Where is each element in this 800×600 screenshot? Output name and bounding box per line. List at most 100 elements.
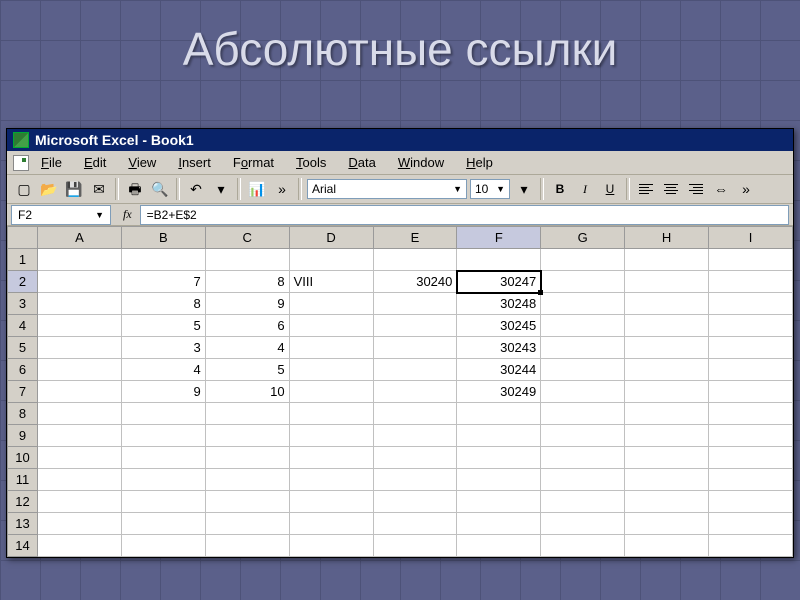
cell-H14[interactable]: [625, 535, 709, 557]
align-left-button[interactable]: [635, 178, 657, 200]
more-buttons[interactable]: »: [271, 178, 293, 200]
column-header-D[interactable]: D: [289, 227, 373, 249]
cell-C2[interactable]: 8: [205, 271, 289, 293]
cell-D12[interactable]: [289, 491, 373, 513]
cell-B4[interactable]: 5: [121, 315, 205, 337]
cell-A11[interactable]: [38, 469, 122, 491]
menu-data[interactable]: Data: [338, 153, 385, 172]
row-header-11[interactable]: 11: [8, 469, 38, 491]
cell-B1[interactable]: [121, 249, 205, 271]
name-box[interactable]: F2 ▼: [11, 205, 111, 225]
cell-I9[interactable]: [709, 425, 793, 447]
toolbar-overflow[interactable]: »: [735, 178, 757, 200]
column-header-I[interactable]: I: [709, 227, 793, 249]
cell-F4[interactable]: 30245: [457, 315, 541, 337]
email-button[interactable]: ✉: [88, 178, 110, 200]
cell-E3[interactable]: [373, 293, 457, 315]
cell-A6[interactable]: [38, 359, 122, 381]
open-button[interactable]: 📂: [38, 178, 60, 200]
cell-C5[interactable]: 4: [205, 337, 289, 359]
cell-B14[interactable]: [121, 535, 205, 557]
cell-C9[interactable]: [205, 425, 289, 447]
cell-G12[interactable]: [541, 491, 625, 513]
cell-B10[interactable]: [121, 447, 205, 469]
cell-C11[interactable]: [205, 469, 289, 491]
cell-A10[interactable]: [38, 447, 122, 469]
cell-I3[interactable]: [709, 293, 793, 315]
row-header-10[interactable]: 10: [8, 447, 38, 469]
cell-B7[interactable]: 9: [121, 381, 205, 403]
window-titlebar[interactable]: Microsoft Excel - Book1: [7, 129, 793, 151]
align-right-button[interactable]: [685, 178, 707, 200]
cell-F12[interactable]: [457, 491, 541, 513]
cell-H13[interactable]: [625, 513, 709, 535]
cell-E9[interactable]: [373, 425, 457, 447]
cell-A2[interactable]: [38, 271, 122, 293]
cell-B6[interactable]: 4: [121, 359, 205, 381]
italic-button[interactable]: I: [574, 178, 596, 200]
cell-C10[interactable]: [205, 447, 289, 469]
cell-A14[interactable]: [38, 535, 122, 557]
column-header-B[interactable]: B: [121, 227, 205, 249]
column-header-F[interactable]: F: [457, 227, 541, 249]
redo-button[interactable]: ▾: [210, 178, 232, 200]
cell-I7[interactable]: [709, 381, 793, 403]
underline-button[interactable]: U: [599, 178, 621, 200]
cell-A7[interactable]: [38, 381, 122, 403]
row-header-2[interactable]: 2: [8, 271, 38, 293]
cell-E1[interactable]: [373, 249, 457, 271]
cell-H7[interactable]: [625, 381, 709, 403]
row-header-14[interactable]: 14: [8, 535, 38, 557]
cell-A5[interactable]: [38, 337, 122, 359]
cell-D14[interactable]: [289, 535, 373, 557]
row-header-13[interactable]: 13: [8, 513, 38, 535]
cell-G14[interactable]: [541, 535, 625, 557]
cell-E8[interactable]: [373, 403, 457, 425]
cell-I13[interactable]: [709, 513, 793, 535]
cell-H4[interactable]: [625, 315, 709, 337]
size-more[interactable]: ▾: [513, 178, 535, 200]
cell-F8[interactable]: [457, 403, 541, 425]
cell-G4[interactable]: [541, 315, 625, 337]
cell-D4[interactable]: [289, 315, 373, 337]
cell-F5[interactable]: 30243: [457, 337, 541, 359]
cell-H1[interactable]: [625, 249, 709, 271]
cell-E11[interactable]: [373, 469, 457, 491]
cell-E12[interactable]: [373, 491, 457, 513]
print-button[interactable]: 🖶: [124, 178, 146, 200]
cell-C8[interactable]: [205, 403, 289, 425]
cell-G6[interactable]: [541, 359, 625, 381]
cell-F14[interactable]: [457, 535, 541, 557]
cell-H8[interactable]: [625, 403, 709, 425]
cell-B8[interactable]: [121, 403, 205, 425]
cell-F2[interactable]: 30247: [457, 271, 541, 293]
column-header-G[interactable]: G: [541, 227, 625, 249]
cell-A1[interactable]: [38, 249, 122, 271]
cell-F13[interactable]: [457, 513, 541, 535]
cell-I14[interactable]: [709, 535, 793, 557]
cell-C6[interactable]: 5: [205, 359, 289, 381]
cell-E2[interactable]: 30240: [373, 271, 457, 293]
column-header-E[interactable]: E: [373, 227, 457, 249]
row-header-3[interactable]: 3: [8, 293, 38, 315]
cell-F1[interactable]: [457, 249, 541, 271]
row-header-12[interactable]: 12: [8, 491, 38, 513]
cell-D8[interactable]: [289, 403, 373, 425]
cell-H9[interactable]: [625, 425, 709, 447]
cell-G5[interactable]: [541, 337, 625, 359]
row-header-1[interactable]: 1: [8, 249, 38, 271]
save-button[interactable]: 💾: [63, 178, 85, 200]
cell-G9[interactable]: [541, 425, 625, 447]
column-header-H[interactable]: H: [625, 227, 709, 249]
fx-label[interactable]: fx: [115, 207, 140, 222]
cell-E14[interactable]: [373, 535, 457, 557]
cell-D9[interactable]: [289, 425, 373, 447]
select-all-corner[interactable]: [8, 227, 38, 249]
row-header-6[interactable]: 6: [8, 359, 38, 381]
cell-B12[interactable]: [121, 491, 205, 513]
cell-G13[interactable]: [541, 513, 625, 535]
row-header-9[interactable]: 9: [8, 425, 38, 447]
cell-C12[interactable]: [205, 491, 289, 513]
cell-D1[interactable]: [289, 249, 373, 271]
document-icon[interactable]: [13, 155, 29, 171]
